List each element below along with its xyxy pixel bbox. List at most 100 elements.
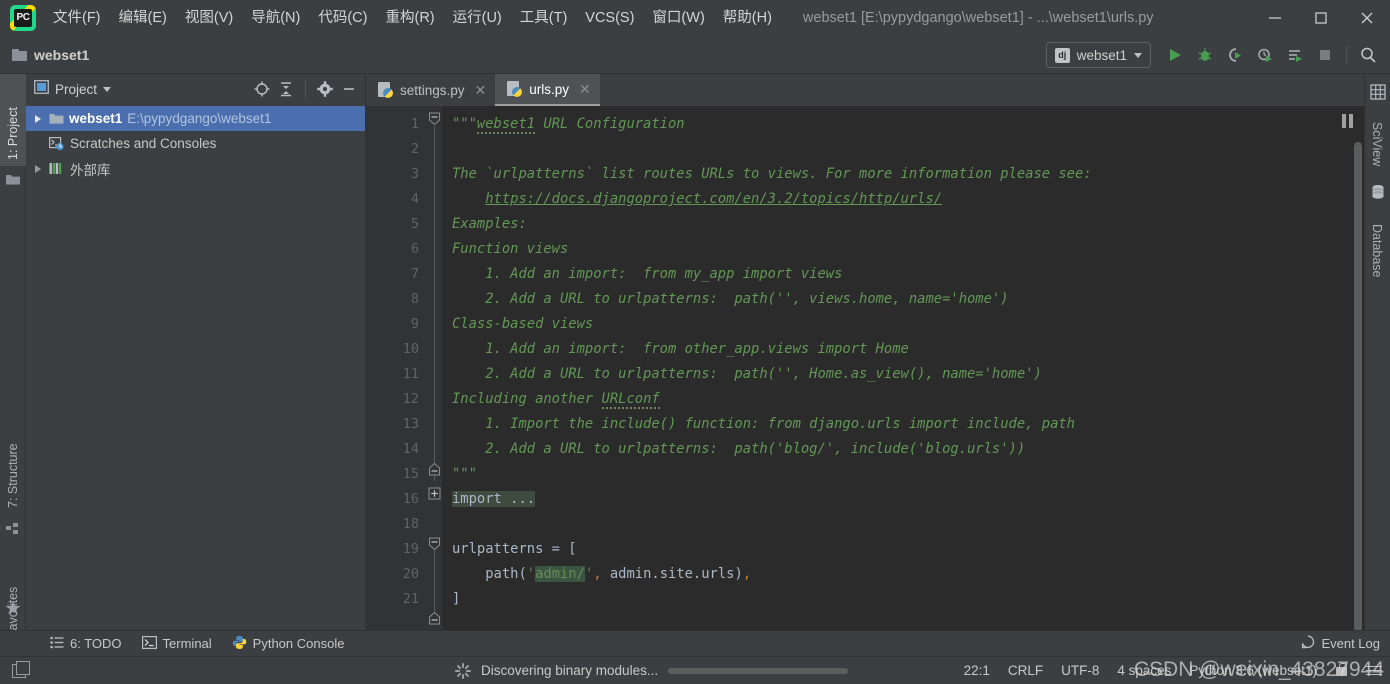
menu-help[interactable]: 帮助(H) xyxy=(714,6,781,30)
run-configuration-selector[interactable]: dj webset1 xyxy=(1045,42,1151,68)
tree-item-webset1[interactable]: webset1 E:\pypydgango\webset1 xyxy=(26,106,365,131)
docs-link[interactable]: https://docs.djangoproject.com/en/3.2/to… xyxy=(485,191,942,207)
breadcrumb[interactable]: webset1 xyxy=(12,47,89,63)
menu-tools[interactable]: 工具(T) xyxy=(511,6,577,30)
folded-import-region[interactable]: import ... xyxy=(452,491,536,507)
gear-icon[interactable] xyxy=(315,79,335,99)
sidebar-tab-sciview[interactable]: SciView xyxy=(1364,100,1390,172)
sidebar-tab-project-label: 1: Project xyxy=(6,107,20,160)
file-encoding[interactable]: UTF-8 xyxy=(1061,663,1099,678)
tab-urls-py-label: urls.py xyxy=(529,81,570,97)
status-progress-text: Discovering binary modules... xyxy=(481,663,659,678)
tree-item-scratches[interactable]: Scratches and Consoles xyxy=(26,131,365,156)
profile-button[interactable] xyxy=(1251,41,1279,69)
bottom-tab-python-console-label: Python Console xyxy=(252,636,345,651)
menu-run[interactable]: 运行(U) xyxy=(444,6,511,30)
code-text[interactable]: """webset1 URL Configuration The `urlpat… xyxy=(442,106,1352,630)
sidebar-tab-database[interactable]: Database xyxy=(1364,202,1390,290)
menu-view[interactable]: 视图(V) xyxy=(176,6,242,30)
chevron-down-icon xyxy=(1134,52,1142,58)
fold-expand-urlpatterns-icon[interactable] xyxy=(428,611,441,625)
expand-arrow-icon[interactable] xyxy=(32,114,44,123)
editor-area: settings.py ✕ urls.py ✕ 1 2 3 4 5 6 7 8 … xyxy=(366,74,1364,630)
menu-window[interactable]: 窗口(W) xyxy=(643,6,713,30)
maximize-icon[interactable] xyxy=(1298,0,1344,36)
tree-item-scratches-label: Scratches and Consoles xyxy=(70,136,217,151)
code-line-20-comma2: , xyxy=(742,566,752,582)
tree-item-webset1-label: webset1 xyxy=(69,111,123,126)
stop-button[interactable] xyxy=(1311,41,1339,69)
editor-scrollbar[interactable] xyxy=(1352,106,1364,630)
terminal-icon xyxy=(141,635,157,652)
fold-collapse-urlpatterns-icon[interactable] xyxy=(428,537,441,551)
locate-icon[interactable] xyxy=(252,79,272,99)
expand-arrow-icon[interactable] xyxy=(32,164,44,173)
pause-marker-icon[interactable] xyxy=(1342,114,1354,128)
pycharm-window: PC 文件(F) 编辑(E) 视图(V) 导航(N) 代码(C) 重构(R) 运… xyxy=(0,0,1390,684)
menu-vcs[interactable]: VCS(S) xyxy=(576,6,643,30)
code-editor[interactable]: 1 2 3 4 5 6 7 8 9 10 11 12 13 14 15 16 1 xyxy=(366,106,1364,630)
bottom-tool-strip: 6: TODO Terminal Python Console Event Lo… xyxy=(0,630,1390,656)
bottom-tab-terminal[interactable]: Terminal xyxy=(132,631,222,657)
tab-urls-py[interactable]: urls.py ✕ xyxy=(495,74,600,106)
line-separator[interactable]: CRLF xyxy=(1008,663,1043,678)
code-line-11: 2. Add a URL to urlpatterns: path('', Ho… xyxy=(452,366,1042,382)
panel-divider xyxy=(305,80,306,98)
chevron-down-icon[interactable] xyxy=(103,86,112,92)
fold-collapse-icon[interactable] xyxy=(428,112,441,126)
indent-setting[interactable]: 4 spaces xyxy=(1117,663,1171,678)
code-line-12: Including another URLconf xyxy=(442,387,1352,412)
code-line-3: The `urlpatterns` list routes URLs to vi… xyxy=(452,166,1092,182)
scratches-icon xyxy=(49,136,65,151)
hide-icon[interactable] xyxy=(339,79,359,99)
menu-file[interactable]: 文件(F) xyxy=(44,6,110,30)
code-line-1-name: webset1 xyxy=(476,116,536,134)
close-icon[interactable]: ✕ xyxy=(475,82,487,99)
run-with-coverage-button[interactable] xyxy=(1221,41,1249,69)
run-manage-task-button[interactable] xyxy=(1281,41,1309,69)
tab-settings-py[interactable]: settings.py ✕ xyxy=(366,74,495,106)
tree-item-webset1-path: E:\pypydgango\webset1 xyxy=(127,111,272,126)
sidebar-tab-project[interactable]: 1: Project xyxy=(0,74,26,166)
menu-edit[interactable]: 编辑(E) xyxy=(110,6,176,30)
code-line-20-selection[interactable]: admin/ xyxy=(535,566,585,582)
line-number: 2 xyxy=(410,141,419,157)
bottom-tab-python-console[interactable]: Python Console xyxy=(222,631,355,657)
run-button[interactable] xyxy=(1161,41,1189,69)
minimize-icon[interactable] xyxy=(1252,0,1298,36)
window-title: webset1 [E:\pypydgango\webset1] - ...\we… xyxy=(802,10,1154,26)
library-icon xyxy=(49,162,65,175)
caret-position[interactable]: 22:1 xyxy=(964,663,990,678)
code-line-1-quotes: """ xyxy=(452,116,477,132)
project-panel-icon xyxy=(33,79,50,99)
menu-navigate[interactable]: 导航(N) xyxy=(242,6,309,30)
bottom-tab-todo[interactable]: 6: TODO xyxy=(40,631,132,657)
menu-refactor[interactable]: 重构(R) xyxy=(376,6,443,30)
event-log-button[interactable]: Event Log xyxy=(1301,635,1380,652)
fold-expand-icon[interactable] xyxy=(428,462,441,476)
search-everywhere-button[interactable] xyxy=(1354,41,1382,69)
menu-bar: 文件(F) 编辑(E) 视图(V) 导航(N) 代码(C) 重构(R) 运行(U… xyxy=(44,0,781,36)
memory-indicator-icon[interactable] xyxy=(1366,664,1382,678)
code-line-6: Function views xyxy=(452,241,569,257)
collapse-all-icon[interactable] xyxy=(276,79,296,99)
background-task-indicator[interactable]: Discovering binary modules... xyxy=(455,662,849,679)
close-icon[interactable]: ✕ xyxy=(579,81,591,98)
line-number: 7 xyxy=(410,266,419,282)
line-number: 11 xyxy=(402,366,419,382)
debug-button[interactable] xyxy=(1191,41,1219,69)
project-panel-toolbar xyxy=(252,79,359,99)
sidebar-tab-structure[interactable]: 7: Structure xyxy=(0,404,26,514)
scrollbar-thumb[interactable] xyxy=(1354,142,1362,630)
sidebar-tab-sciview-label: SciView xyxy=(1370,122,1384,167)
code-folding-gutter[interactable] xyxy=(428,106,442,630)
folder-icon xyxy=(12,48,27,61)
python-interpreter[interactable]: Python 3.6 (webset1) xyxy=(1189,663,1317,678)
tree-item-external-libraries[interactable]: 外部库 xyxy=(26,156,365,181)
navigation-bar: webset1 dj webset1 xyxy=(0,36,1390,74)
toggle-tool-windows-icon[interactable] xyxy=(12,660,30,678)
fold-import-icon[interactable] xyxy=(428,487,441,500)
menu-code[interactable]: 代码(C) xyxy=(309,6,376,30)
lock-icon[interactable] xyxy=(1335,663,1348,678)
close-icon[interactable] xyxy=(1344,0,1390,36)
